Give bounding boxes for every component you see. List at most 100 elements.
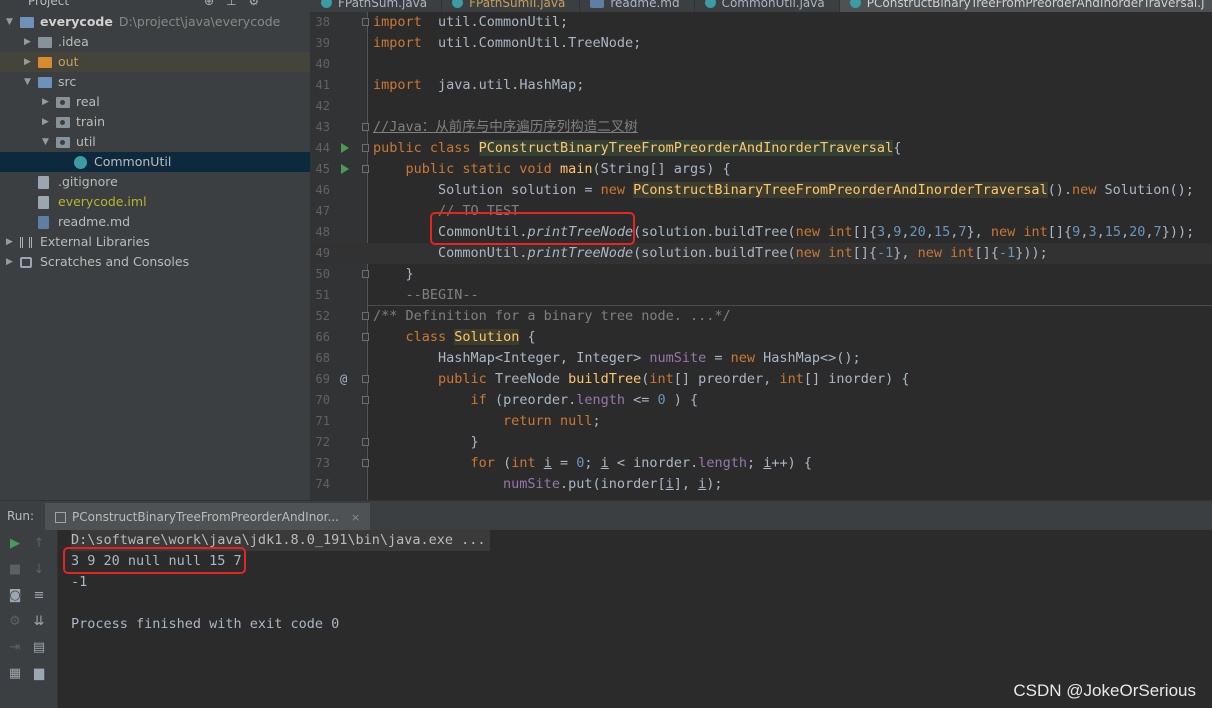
expanded-arrow-icon[interactable]: ▼ (42, 132, 52, 152)
code-line[interactable]: 68 HashMap<Integer, Integer> numSite = n… (310, 348, 1212, 369)
editor-tab-label: FPathSumII.java (469, 0, 566, 10)
code-line[interactable]: 48 CommonUtil.printTreeNode(solution.bui… (310, 222, 1212, 243)
run-label: Run: (7, 509, 35, 523)
code-editor[interactable]: 38 import util.CommonUtil; 39 import util.C… (310, 12, 1212, 500)
scroll-up-icon[interactable]: ↑ (29, 534, 49, 554)
fold-marker-icon[interactable] (362, 333, 369, 341)
fold-marker-icon[interactable] (362, 123, 369, 131)
code-token: ; (592, 413, 601, 429)
fold-marker-icon[interactable] (362, 396, 369, 404)
code-text: CommonUtil.printTreeNode(solution.buildT… (373, 222, 1194, 243)
editor-tab[interactable]: FPathSumII.java (442, 0, 581, 12)
code-line[interactable]: 73 for (int i = 0; i < inorder.length; i… (310, 453, 1212, 474)
code-line[interactable]: 39 import util.CommonUtil.TreeNode; (310, 33, 1212, 54)
editor-tab[interactable]: CommonUtil.java (695, 0, 840, 12)
fold-marker-icon[interactable] (362, 438, 369, 446)
fold-marker-icon[interactable] (362, 144, 369, 152)
code-line[interactable]: 69 @ public TreeNode buildTree(int[] preo… (310, 369, 1212, 390)
run-gutter-icon[interactable] (341, 143, 349, 153)
tree-item[interactable]: ▶ External Libraries (0, 232, 310, 252)
fold-marker-icon[interactable] (362, 165, 369, 173)
project-header-icons[interactable]: ⊕⊥⚙ (204, 0, 271, 8)
editor-tab[interactable]: readme.md (580, 0, 695, 12)
project-tool-window-header: Project ⊕⊥⚙ (0, 0, 310, 12)
code-line[interactable]: 52 /** Definition for a binary tree node.… (310, 306, 1212, 327)
code-line[interactable]: 41 import java.util.HashMap; (310, 75, 1212, 96)
code-line[interactable]: 44 public class PConstructBinaryTreeFromP… (310, 138, 1212, 159)
code-text: numSite.put(inorder[i], i); (373, 474, 723, 495)
expanded-arrow-icon[interactable]: ▼ (6, 12, 16, 32)
code-line[interactable]: 66 class Solution { (310, 327, 1212, 348)
collapsed-arrow-icon[interactable]: ▶ (42, 92, 52, 112)
collapsed-arrow-icon[interactable]: ▶ (6, 252, 16, 272)
code-line[interactable]: 42 (310, 96, 1212, 117)
code-token: new (600, 182, 634, 198)
tree-item[interactable]: ▶ out (0, 52, 310, 72)
code-line[interactable]: 71 return null; (310, 411, 1212, 432)
code-line[interactable]: 43 //Java：从前序与中序遍历序列构造二叉树 (310, 117, 1212, 138)
soft-wrap-icon[interactable]: ≡ (29, 586, 49, 606)
code-line[interactable]: 47 // TO TEST (310, 201, 1212, 222)
code-token: [] preorder, (673, 371, 780, 387)
run-toolbar: ▶ ↑ ■ ↓ ◙ ≡ ⚙ ⇊ ⇥ ▤ ▦ ▆ (0, 530, 58, 708)
fold-marker-icon[interactable] (362, 312, 369, 320)
code-token: Solution(); (1104, 182, 1194, 198)
run-gutter-icon[interactable] (341, 164, 349, 174)
tree-item[interactable]: ▶ Scratches and Consoles (0, 252, 310, 272)
fold-marker-icon[interactable] (362, 375, 369, 383)
code-token: } (373, 434, 479, 450)
collapsed-arrow-icon[interactable]: ▶ (6, 232, 16, 252)
scroll-down-icon[interactable]: ↓ (29, 560, 49, 580)
exit-icon[interactable]: ⇥ (5, 638, 25, 658)
fold-marker-icon[interactable] (362, 270, 369, 278)
code-line[interactable]: 40 (310, 54, 1212, 75)
editor-tab[interactable]: PConstructBinaryTreeFromPreorderAndInord… (839, 0, 1212, 12)
layout-icon[interactable]: ▦ (5, 664, 25, 684)
override-gutter-icon[interactable]: @ (340, 369, 347, 390)
rerun-icon[interactable]: ▶ (5, 534, 25, 554)
tree-item[interactable]: ▼ util (0, 132, 310, 152)
close-icon[interactable]: × (351, 511, 360, 524)
code-token: i (600, 455, 609, 471)
code-line[interactable]: 49 CommonUtil.printTreeNode(solution.bui… (310, 243, 1212, 264)
code-token: []{ (852, 245, 877, 261)
tree-item[interactable]: ▼ everycode D:\project\java\everycode (0, 12, 310, 32)
code-line[interactable]: 72 } (310, 432, 1212, 453)
tree-item[interactable]: ▶ real (0, 92, 310, 112)
collapsed-arrow-icon[interactable]: ▶ (24, 32, 34, 52)
tree-item[interactable]: ▶ .idea (0, 32, 310, 52)
code-line[interactable]: 50 } (310, 264, 1212, 285)
stop-icon[interactable]: ■ (5, 560, 25, 580)
tree-item[interactable]: ▼ src (0, 72, 310, 92)
fold-marker-icon[interactable] (362, 18, 369, 26)
expanded-arrow-icon[interactable]: ▼ (24, 72, 34, 92)
fold-marker-icon[interactable] (362, 459, 369, 467)
collapsed-arrow-icon[interactable]: ▶ (42, 112, 52, 132)
code-text: CommonUtil.printTreeNode(solution.buildT… (373, 243, 1048, 264)
tree-item[interactable]: .gitignore (0, 172, 310, 192)
code-token: 3 (1088, 224, 1097, 240)
editor-tab-label: CommonUtil.java (721, 0, 825, 10)
tree-item[interactable]: readme.md (0, 212, 310, 232)
scroll-to-end-icon[interactable]: ⇊ (29, 612, 49, 632)
settings-icon[interactable]: ⚙ (5, 612, 25, 632)
code-line[interactable]: 70 if (preorder.length <= 0 ) { (310, 390, 1212, 411)
code-token: Solution solution = (373, 182, 601, 198)
code-line[interactable]: 74 numSite.put(inorder[i], i); (310, 474, 1212, 495)
project-view-label[interactable]: Project (28, 0, 69, 8)
line-number: 49 (315, 246, 330, 260)
code-line[interactable]: 38 import util.CommonUtil; (310, 12, 1212, 33)
editor-tab[interactable]: FPathSum.java (311, 0, 443, 12)
camera-icon[interactable]: ◙ (5, 586, 25, 606)
tree-item[interactable]: CommonUtil (0, 152, 310, 172)
code-line[interactable]: 51 --BEGIN-- (310, 285, 1212, 306)
code-token: printTreeNode (527, 245, 634, 261)
collapsed-arrow-icon[interactable]: ▶ (24, 52, 34, 72)
code-line[interactable]: 46 Solution solution = new PConstructBin… (310, 180, 1212, 201)
trash-icon[interactable]: ▆ (29, 664, 49, 684)
code-line[interactable]: 45 public static void main(String[] args… (310, 159, 1212, 180)
run-config-tab[interactable]: PConstructBinaryTreeFromPreorderAndInor.… (45, 503, 371, 531)
print-icon[interactable]: ▤ (29, 638, 49, 658)
tree-item[interactable]: everycode.iml (0, 192, 310, 212)
tree-item[interactable]: ▶ train (0, 112, 310, 132)
